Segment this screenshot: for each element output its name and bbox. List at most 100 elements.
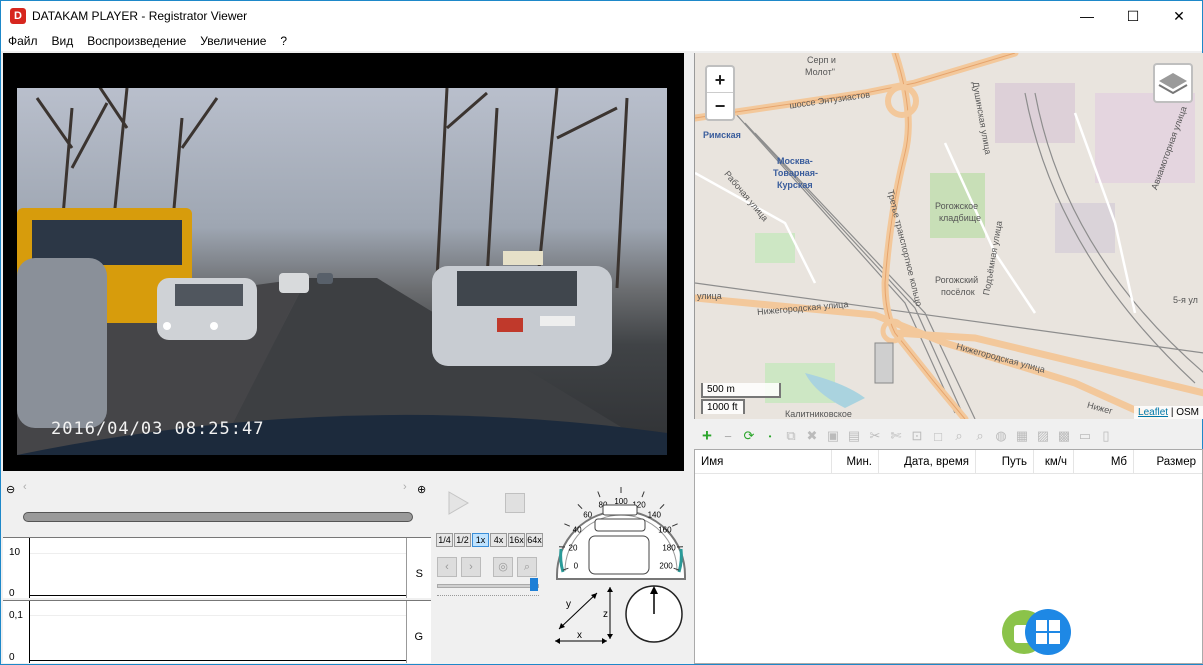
speedometer-tick-label: 40: [573, 526, 582, 535]
speed-button-quarter[interactable]: 1/4: [436, 533, 453, 547]
map-tiles: [695, 53, 1203, 419]
speed-graph: 10 0 S: [3, 537, 431, 599]
menu-zoom[interactable]: Увеличение: [193, 31, 273, 51]
map-label-kladbishche: кладбище: [939, 213, 982, 223]
speed-button-half[interactable]: 1/2: [454, 533, 471, 547]
map-layers-button[interactable]: [1153, 63, 1193, 103]
playback-controls: 1/4 1/2 1x 4x 16x 64x ‹ › ◎ ⌕ 0 20 40 60 80 1…: [433, 477, 691, 663]
volume-slider-thumb[interactable]: [530, 578, 538, 591]
speedometer-tick-mark: [597, 491, 601, 498]
map-scale-metric: 500 m: [701, 383, 781, 398]
photo-icon[interactable]: ▩: [1055, 427, 1073, 445]
scroll-right-icon[interactable]: ›: [403, 481, 407, 493]
folder-icon[interactable]: ▭: [1076, 427, 1094, 445]
app-logo-icon: D: [10, 8, 26, 24]
tracklist-toolbar: + − ⟳ • ⧉ ✖ ▣ ▤ ✂ ✄ ⊡ □ ⌕ ⌕ ◍ ▦ ▨ ▩ ▭ ▯: [694, 423, 1203, 449]
column-speed[interactable]: км/ч: [1034, 450, 1074, 474]
tracklist-table[interactable]: Имя Мин. Дата, время Путь км/ч Мб Размер: [694, 449, 1203, 664]
prev-frame-icon[interactable]: ‹: [437, 557, 457, 577]
video-frame[interactable]: 2016/04/03 08:25:47: [17, 88, 667, 455]
speedometer-tick-mark: [671, 523, 678, 527]
column-mb[interactable]: Мб: [1074, 450, 1134, 474]
speedometer-gauge: 020406080 100 120140160180200: [556, 487, 686, 580]
accel-y-label: y: [566, 599, 571, 610]
globe-icon[interactable]: ◍: [992, 427, 1010, 445]
search-icon[interactable]: ⌕: [950, 427, 968, 445]
menu-playback[interactable]: Воспроизведение: [80, 31, 193, 51]
map-zoom-in-button[interactable]: +: [707, 67, 733, 93]
menu-file[interactable]: Файл: [1, 31, 45, 51]
next-frame-icon[interactable]: ›: [461, 557, 481, 577]
snapshot-icon[interactable]: ◎: [493, 557, 513, 577]
accel-z-label: z: [603, 609, 608, 620]
map-scale-imperial: 1000 ft: [701, 399, 745, 414]
cut-icon[interactable]: ✂: [866, 427, 884, 445]
column-minutes[interactable]: Мин.: [832, 450, 879, 474]
map-view[interactable]: Серп и Молот" шоссе Энтузиастов Римская …: [694, 53, 1203, 419]
platform-logos: [1002, 609, 1071, 655]
accelerometer-axes: y z x: [555, 587, 613, 644]
frame-icon[interactable]: □: [929, 427, 947, 445]
title-bar: D DATAKAM PLAYER - Registrator Viewer — …: [1, 1, 1202, 31]
speed-graph-ymax: 10: [9, 547, 21, 558]
speed-button-1x[interactable]: 1x: [472, 533, 489, 547]
g-sensor-graph: 0,1 0 G: [3, 600, 431, 663]
accel-x-label: x: [577, 630, 582, 641]
video-timestamp: 2016/04/03 08:25:47: [51, 419, 265, 439]
map-label-ulica: улица: [697, 291, 722, 301]
magnify-icon[interactable]: ⌕: [517, 557, 537, 577]
scroll-left-icon[interactable]: ‹: [23, 481, 27, 493]
dot-icon[interactable]: •: [761, 427, 779, 445]
maximize-button[interactable]: ☐: [1110, 1, 1156, 31]
map-label-kalitnikovskoe: Калитниковское: [785, 409, 852, 419]
map-zoom-control: + −: [705, 65, 735, 121]
minimize-button[interactable]: —: [1064, 1, 1110, 31]
close-button[interactable]: ✕: [1156, 1, 1202, 31]
speedometer-tick-label: 160: [658, 526, 672, 535]
refresh-icon[interactable]: ⟳: [740, 427, 758, 445]
image-icon[interactable]: ▨: [1034, 427, 1052, 445]
document-icon[interactable]: ▯: [1097, 427, 1115, 445]
remove-icon[interactable]: −: [719, 427, 737, 445]
leaflet-link[interactable]: Leaflet: [1138, 407, 1168, 418]
save-icon[interactable]: ▣: [824, 427, 842, 445]
speed-button-64x[interactable]: 64x: [526, 533, 543, 547]
copy-icon[interactable]: ⧉: [782, 427, 800, 445]
column-size[interactable]: Размер: [1134, 450, 1202, 474]
export-icon[interactable]: ▤: [845, 427, 863, 445]
speedometer-tick-label: 140: [648, 511, 662, 520]
timeline-slider[interactable]: [23, 512, 413, 522]
g-graph-ymax: 0,1: [9, 610, 23, 621]
speedometer-tick-mark: [659, 504, 665, 510]
column-datetime[interactable]: Дата, время: [879, 450, 976, 474]
play-icon[interactable]: [447, 491, 469, 515]
search-next-icon[interactable]: ⌕: [971, 427, 989, 445]
zoom-in-icon[interactable]: ⊕: [417, 483, 426, 496]
video-panel[interactable]: 2016/04/03 08:25:47: [3, 53, 684, 471]
menu-view[interactable]: Вид: [45, 31, 81, 51]
column-distance[interactable]: Путь: [976, 450, 1034, 474]
speedometer-tick-label: 180: [662, 543, 676, 552]
map-label-5ya: 5-я ул: [1173, 295, 1198, 305]
add-icon[interactable]: +: [698, 426, 716, 445]
menu-bar: Файл Вид Воспроизведение Увеличение ?: [1, 31, 1202, 51]
map-label-serp: Серп и: [807, 55, 836, 65]
speedometer-tick-label: 0: [574, 561, 579, 570]
zoom-out-icon[interactable]: ⊖: [6, 483, 15, 496]
column-name[interactable]: Имя: [695, 450, 832, 474]
crop-icon[interactable]: ⊡: [908, 427, 926, 445]
tracklist-header: Имя Мин. Дата, время Путь км/ч Мб Размер: [695, 450, 1202, 474]
split-icon[interactable]: ✄: [887, 427, 905, 445]
speed-button-16x[interactable]: 16x: [508, 533, 525, 547]
menu-help[interactable]: ?: [273, 31, 294, 51]
stop-icon[interactable]: [505, 493, 525, 513]
grid-icon[interactable]: ▦: [1013, 427, 1031, 445]
volume-slider[interactable]: [437, 584, 539, 588]
g-graph-ymin: 0: [9, 652, 15, 663]
map-zoom-out-button[interactable]: −: [707, 93, 733, 119]
speedometer-tick-mark: [641, 491, 645, 498]
map-label-rogozhsky: Рогожский: [935, 275, 979, 285]
delete-icon[interactable]: ✖: [803, 427, 821, 445]
osm-link[interactable]: OSM: [1176, 407, 1199, 418]
speed-button-4x[interactable]: 4x: [490, 533, 507, 547]
